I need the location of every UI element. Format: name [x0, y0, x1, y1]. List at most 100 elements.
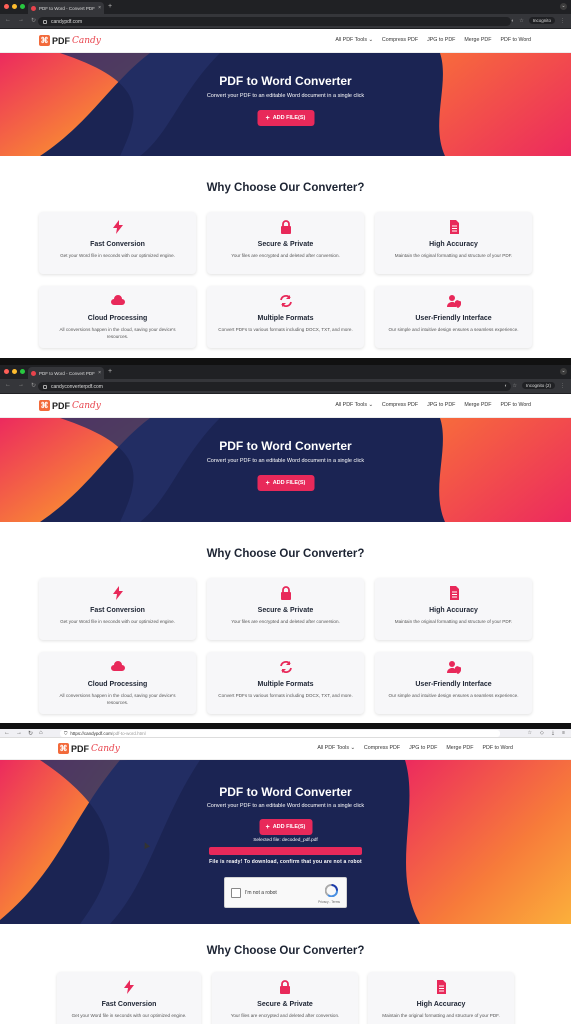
url-field[interactable]: candypdf.com: [38, 17, 511, 26]
add-files-label: ADD FILE(S): [272, 115, 306, 121]
feature-description: Convert PDFs to various formats includin…: [218, 693, 353, 698]
feature-description: Your files are encrypted and deleted aft…: [230, 1013, 340, 1018]
tab-close-icon[interactable]: ×: [98, 5, 101, 11]
lock-icon: [280, 980, 290, 994]
feature-description: Maintain the original formatting and str…: [382, 1013, 500, 1018]
url-field[interactable]: candyconverterpdf.com: [38, 382, 511, 391]
recaptcha-logo-icon: [325, 884, 338, 897]
new-tab-button[interactable]: +: [108, 3, 112, 10]
incognito-badge[interactable]: Incognito (2): [521, 382, 555, 389]
document-icon: [449, 586, 459, 600]
download-icon[interactable]: ⤓: [552, 730, 554, 736]
document-icon: [449, 220, 459, 234]
nav-compress-pdf[interactable]: Compress PDF: [382, 402, 418, 408]
eye-off-icon[interactable]: ◐: [511, 18, 514, 24]
url-text: https://candypdf.com/pdf-to-word.html: [70, 731, 146, 736]
feature-description: Get your Word file in seconds with our o…: [71, 1013, 187, 1018]
nav-all-pdf-tools[interactable]: All PDF Tools ⌄: [335, 402, 373, 408]
tab-close-icon[interactable]: ×: [98, 370, 101, 376]
site-nav: All PDF Tools ⌄ Compress PDF JPG to PDF …: [335, 37, 531, 43]
reload-icon[interactable]: ↻: [31, 17, 36, 24]
site-header: ⌘ PDF Candy All PDF Tools ⌄ Compress PDF…: [0, 394, 571, 418]
favicon-icon: [31, 5, 36, 11]
nav-merge-pdf[interactable]: Merge PDF: [464, 402, 491, 408]
url-field[interactable]: ⛉ https://candypdf.com/pdf-to-word.html: [60, 730, 500, 737]
recaptcha-checkbox[interactable]: [231, 888, 241, 898]
feature-description: All conversions happen in the cloud, sav…: [59, 693, 176, 705]
new-tab-button[interactable]: +: [108, 368, 112, 375]
hero-background: [0, 418, 571, 522]
nav-compress-pdf[interactable]: Compress PDF: [364, 745, 400, 751]
nav-merge-pdf[interactable]: Merge PDF: [446, 745, 473, 751]
logo-candy-text: Candy: [72, 400, 101, 411]
feature-title: High Accuracy: [429, 607, 478, 614]
nav-pdf-to-word[interactable]: PDF to Word: [500, 37, 531, 43]
back-icon[interactable]: ←: [5, 17, 11, 24]
reload-icon[interactable]: ↻: [28, 730, 33, 737]
feature-title: Fast Conversion: [90, 241, 145, 248]
site-header: ⌘ PDF Candy All PDF Tools ⌄ Compress PDF…: [0, 29, 571, 53]
nav-all-pdf-tools[interactable]: All PDF Tools ⌄: [335, 37, 373, 43]
hero-background: [0, 53, 571, 156]
add-files-button[interactable]: + ADD FILE(S): [257, 475, 314, 491]
tab-search-icon[interactable]: ⌄: [560, 3, 567, 10]
menu-icon[interactable]: ⋮: [560, 383, 565, 389]
bookmark-star-icon[interactable]: ☆: [528, 730, 532, 736]
incognito-badge[interactable]: Incognito: [528, 17, 555, 24]
recaptcha-terms[interactable]: Privacy - Terms: [318, 900, 340, 904]
eye-off-icon[interactable]: ◐: [504, 383, 507, 389]
site-logo[interactable]: ⌘ PDF Candy: [39, 35, 101, 46]
window-controls[interactable]: [4, 369, 25, 374]
feature-card: High Accuracy Maintain the original form…: [375, 578, 532, 640]
nav-all-pdf-tools[interactable]: All PDF Tools ⌄: [317, 745, 355, 751]
tab-search-icon[interactable]: ⌄: [560, 368, 567, 375]
ready-message: File is ready! To download, confirm that…: [209, 859, 362, 865]
site-logo[interactable]: ⌘ PDF Candy: [58, 743, 120, 754]
browser-tab[interactable]: PDF to Word - Convert PDF t ×: [28, 2, 104, 14]
nav-compress-pdf[interactable]: Compress PDF: [382, 37, 418, 43]
feature-card: Multiple Formats Convert PDFs to various…: [207, 286, 364, 348]
site-info-icon[interactable]: [43, 19, 47, 24]
browser-tab[interactable]: PDF to Word - Convert PDF t ×: [28, 367, 104, 379]
feature-title: Secure & Private: [257, 1001, 313, 1008]
hero-subtitle: Convert your PDF to an editable Word doc…: [206, 93, 365, 99]
menu-icon[interactable]: ≡: [562, 730, 565, 736]
bookmark-star-icon[interactable]: ☆: [519, 18, 523, 24]
forward-icon[interactable]: →: [16, 730, 22, 737]
hero-title: PDF to Word Converter: [219, 785, 352, 799]
feature-card: Cloud Processing All conversions happen …: [39, 286, 196, 348]
forward-icon[interactable]: →: [18, 17, 24, 24]
site-logo[interactable]: ⌘ PDF Candy: [39, 400, 101, 411]
back-icon[interactable]: ←: [5, 382, 11, 389]
feature-title: High Accuracy: [416, 1001, 466, 1008]
back-icon[interactable]: ←: [4, 730, 10, 737]
add-files-button[interactable]: + ADD FILE(S): [257, 110, 314, 126]
menu-icon[interactable]: ⋮: [560, 18, 565, 24]
nav-merge-pdf[interactable]: Merge PDF: [464, 37, 491, 43]
bolt-icon: [112, 220, 123, 234]
feature-description: Maintain the original formatting and str…: [394, 253, 513, 258]
window-controls[interactable]: [4, 4, 25, 9]
nav-pdf-to-word[interactable]: PDF to Word: [500, 402, 531, 408]
hero-section: PDF to Word Converter Convert your PDF t…: [0, 53, 571, 156]
screenshot-2: PDF to Word - Convert PDF t × + ⌄ ← → ↻ ca…: [0, 365, 571, 723]
feature-card: Fast Conversion Get your Word file in se…: [39, 578, 196, 640]
home-icon[interactable]: ⌂: [39, 730, 43, 737]
feature-card: Secure & Private Your files are encrypte…: [212, 972, 358, 1024]
logo-candy-text: Candy: [72, 35, 101, 46]
document-icon: [437, 980, 446, 994]
feature-title: Cloud Processing: [87, 315, 148, 322]
pocket-icon[interactable]: ◇: [540, 730, 544, 736]
reload-icon[interactable]: ↻: [31, 382, 36, 389]
feature-description: Maintain the original formatting and str…: [394, 619, 513, 624]
feature-description: Get your Word file in seconds with our o…: [60, 619, 175, 624]
site-info-icon[interactable]: [43, 384, 47, 389]
nav-jpg-to-pdf[interactable]: JPG to PDF: [427, 402, 455, 408]
nav-jpg-to-pdf[interactable]: JPG to PDF: [427, 37, 455, 43]
shield-icon[interactable]: ⛉: [64, 731, 67, 736]
forward-icon[interactable]: →: [18, 382, 24, 389]
bookmark-star-icon[interactable]: ☆: [513, 383, 517, 389]
add-files-button[interactable]: + ADD FILE(S): [259, 819, 312, 835]
nav-jpg-to-pdf[interactable]: JPG to PDF: [409, 745, 437, 751]
nav-pdf-to-word[interactable]: PDF to Word: [482, 745, 513, 751]
